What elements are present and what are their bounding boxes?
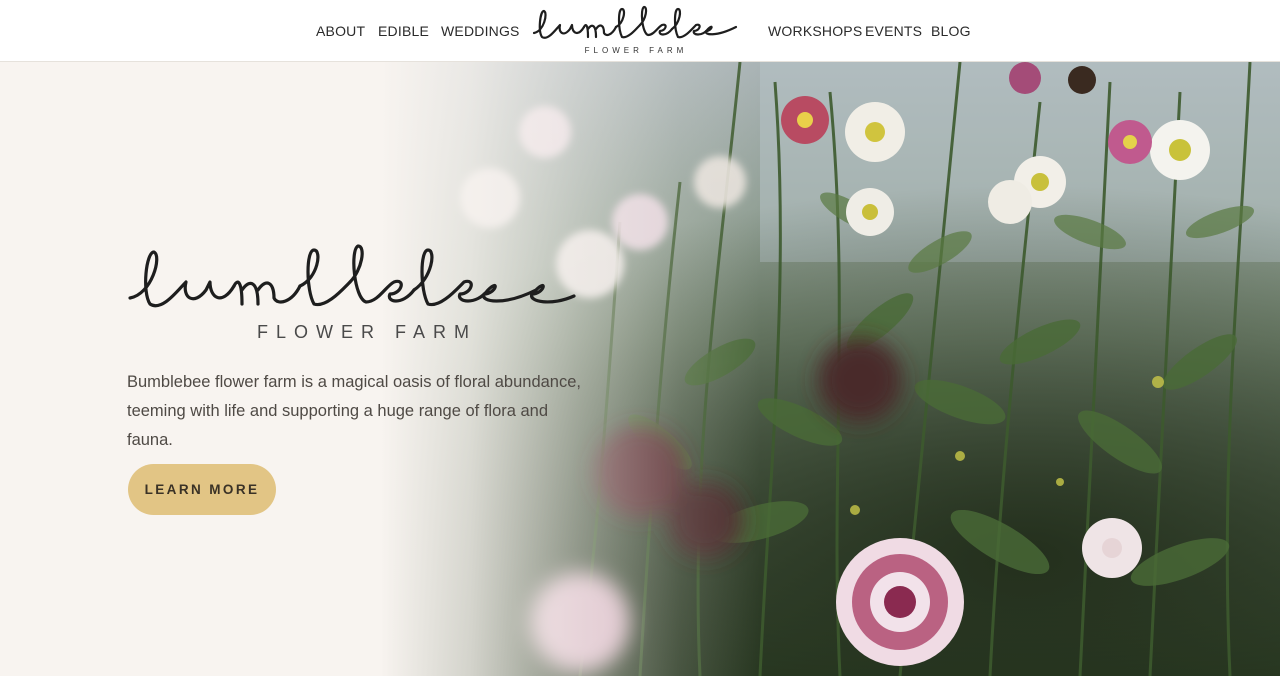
nav-logo-subtitle: FLOWER FARM	[584, 46, 688, 55]
nav-link-workshops[interactable]: WORKSHOPS	[768, 22, 862, 40]
hero-section: FLOWER FARM Bumblebee flower farm is a m…	[0, 62, 1280, 676]
hero-logo: FLOWER FARM	[122, 240, 582, 352]
nav-link-events[interactable]: EVENTS	[865, 22, 922, 40]
top-nav: ABOUT EDIBLE WEDDINGS FLOWER FARM WORKSH…	[0, 0, 1280, 62]
nav-logo[interactable]: FLOWER FARM	[530, 3, 742, 59]
hero-logo-script-icon	[128, 244, 576, 308]
hero-tagline-line-2: teeming with life and supporting a huge …	[127, 402, 549, 449]
hero-tagline-line-1: Bumblebee flower farm is a magical oasis…	[127, 373, 581, 391]
logo-script-icon	[532, 5, 738, 39]
nav-link-weddings[interactable]: WEDDINGS	[441, 22, 520, 40]
learn-more-button[interactable]: LEARN MORE	[128, 464, 276, 515]
nav-link-about[interactable]: ABOUT	[316, 22, 365, 40]
nav-link-blog[interactable]: BLOG	[931, 22, 971, 40]
nav-link-edible[interactable]: EDIBLE	[378, 22, 429, 40]
hero-logo-subtitle: FLOWER FARM	[257, 322, 478, 342]
hero-tagline: Bumblebee flower farm is a magical oasis…	[127, 368, 597, 455]
